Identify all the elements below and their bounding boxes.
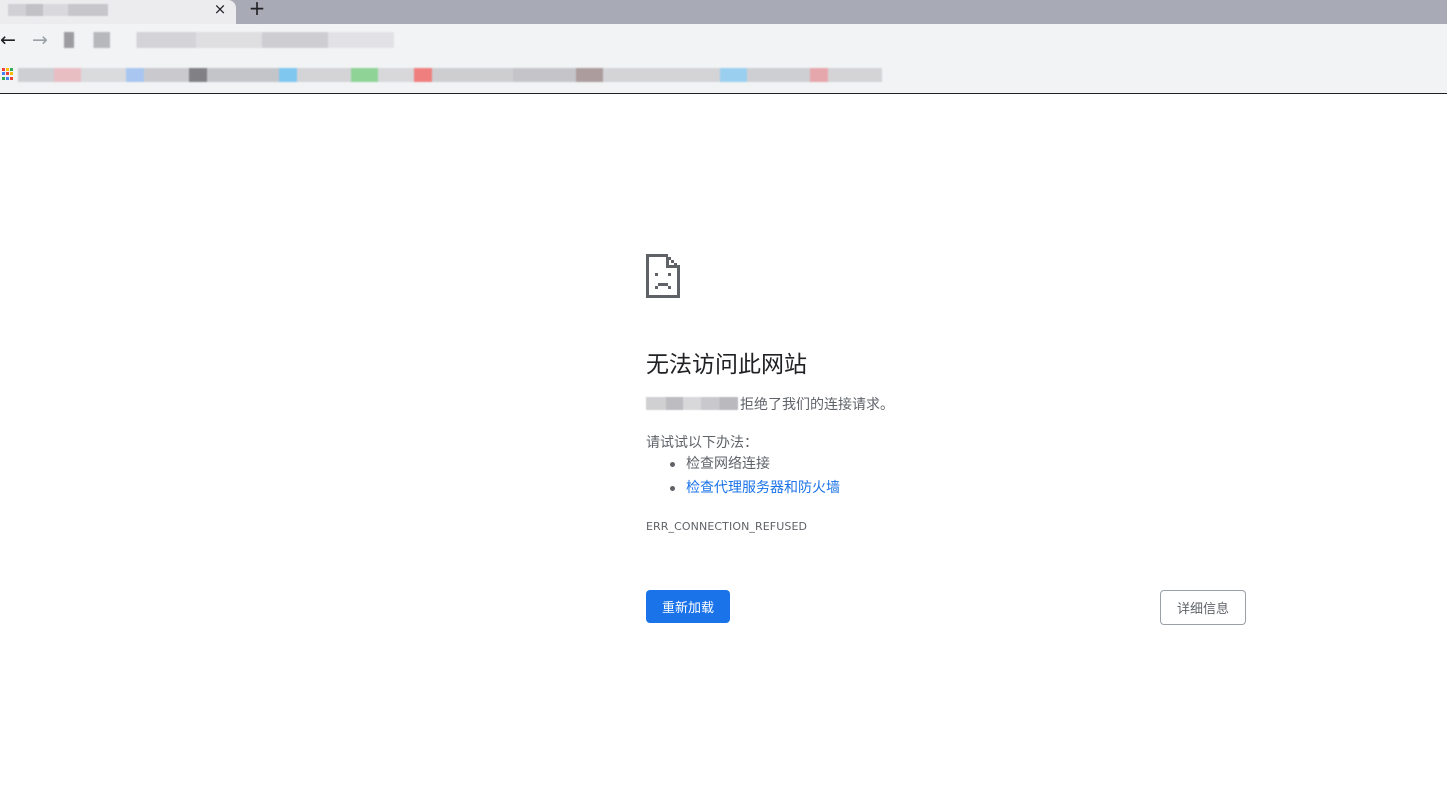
suggestion-check-network: 检查网络连接 xyxy=(646,454,840,478)
reload-button[interactable]: 重新加载 xyxy=(646,590,730,623)
bookmarks-redacted[interactable] xyxy=(18,68,918,82)
browser-tab-active[interactable]: × xyxy=(0,0,236,24)
error-heading: 无法访问此网站 xyxy=(646,352,807,378)
host-message: 拒绝了我们的连接请求。 xyxy=(646,394,894,414)
details-button[interactable]: 详细信息 xyxy=(1160,590,1246,625)
chrome-divider xyxy=(0,93,1447,94)
apps-grid-icon[interactable] xyxy=(2,68,14,80)
new-tab-button[interactable]: + xyxy=(248,0,266,18)
bookmarks-bar xyxy=(0,59,1447,93)
suggestion-check-proxy-link[interactable]: 检查代理服务器和防火墙 xyxy=(646,478,840,502)
suggestions-title: 请试试以下办法： xyxy=(646,435,758,451)
forward-arrow-icon[interactable]: → xyxy=(30,30,50,50)
error-code: ERR_CONNECTION_REFUSED xyxy=(646,520,808,533)
suggestions-list: 检查网络连接 检查代理服务器和防火墙 xyxy=(646,454,840,502)
address-bar-redacted[interactable] xyxy=(64,32,394,48)
tab-title-redacted xyxy=(8,4,108,16)
tab-strip: × + xyxy=(0,0,1447,24)
tab-close-icon[interactable]: × xyxy=(212,1,228,17)
host-message-text: 拒绝了我们的连接请求。 xyxy=(740,397,894,413)
hostname-redacted xyxy=(646,397,738,410)
back-arrow-icon[interactable]: ← xyxy=(0,30,18,50)
browser-toolbar: ← → xyxy=(0,24,1447,59)
sad-page-icon xyxy=(646,254,680,298)
